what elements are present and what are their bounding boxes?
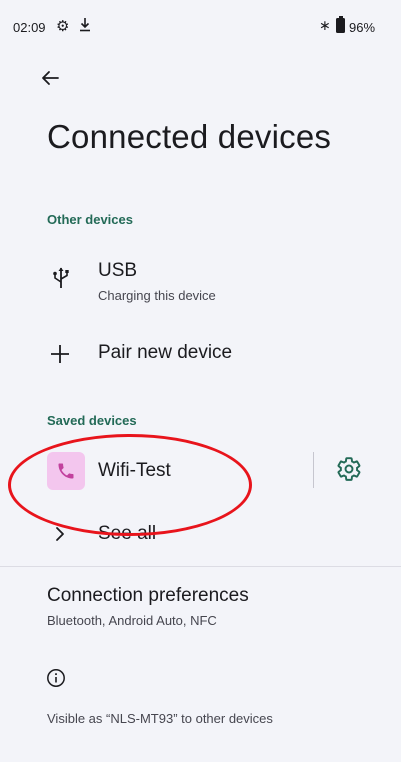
usb-subtitle: Charging this device <box>98 288 216 303</box>
pair-new-device-row[interactable]: Pair new device <box>0 330 401 378</box>
chevron-right-icon <box>56 527 64 541</box>
phone-icon <box>58 463 74 479</box>
saved-device-name: Wifi-Test <box>98 460 171 481</box>
usb-icon <box>53 267 69 288</box>
device-badge <box>47 452 85 490</box>
divider <box>0 566 401 567</box>
visible-as-text: Visible as “NLS-MT93” to other devices <box>47 711 273 726</box>
gear-icon: ⚙ <box>56 18 70 35</box>
battery-percent: 96% <box>349 20 376 35</box>
battery-icon <box>336 16 345 33</box>
connection-preferences-title: Connection preferences <box>47 585 249 606</box>
download-icon <box>80 18 90 32</box>
back-arrow-icon[interactable] <box>38 66 62 90</box>
see-all-row[interactable]: See all <box>0 512 401 556</box>
section-header-saved-devices: Saved devices <box>47 413 137 428</box>
connection-preferences-subtitle: Bluetooth, Android Auto, NFC <box>47 613 217 628</box>
pair-new-device-label: Pair new device <box>98 342 233 363</box>
bluetooth-icon: ∗ <box>319 17 331 33</box>
section-header-other-devices: Other devices <box>47 212 133 227</box>
plus-icon <box>51 345 69 363</box>
usb-row[interactable]: USB Charging this device <box>0 250 401 314</box>
info-icon <box>47 669 65 687</box>
page-title: Connected devices <box>47 118 332 155</box>
usb-title: USB <box>98 260 138 281</box>
status-bar: 02:09 ⚙ ∗ 96% <box>0 0 401 44</box>
device-settings-gear-icon[interactable] <box>336 456 362 482</box>
see-all-label: See all <box>98 523 157 544</box>
divider <box>313 452 314 488</box>
status-time: 02:09 <box>13 20 46 35</box>
